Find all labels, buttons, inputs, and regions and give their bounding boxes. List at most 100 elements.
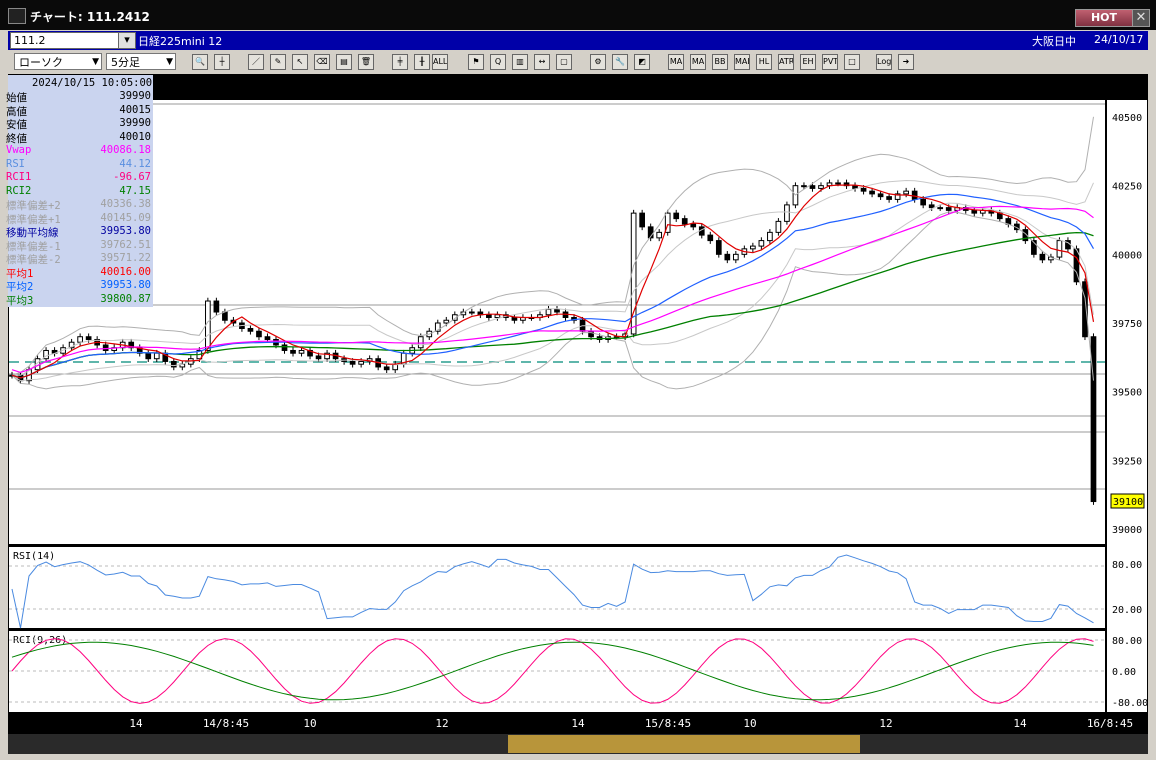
candle-body xyxy=(102,344,109,351)
close-icon[interactable]: ✕ xyxy=(1132,9,1150,27)
cursor-icon[interactable]: ↖ xyxy=(292,54,308,70)
ohlc-row: Vwap 40086.18 xyxy=(6,144,153,157)
trendline-icon[interactable]: ／ xyxy=(248,54,264,70)
candle-body xyxy=(298,349,305,354)
mae-icon[interactable]: MAE xyxy=(734,54,750,70)
ohlc-value: 40016.00 xyxy=(100,265,151,278)
rci-tick-label: 0.00 xyxy=(1112,667,1136,678)
time-axis-label: 12 xyxy=(435,717,448,730)
ohlc-value: 40086.18 xyxy=(100,144,151,156)
time-axis-label: 14 xyxy=(1013,717,1027,730)
tool-a-icon[interactable]: ⚑ xyxy=(468,54,484,70)
candle-body xyxy=(639,212,645,228)
candle-body xyxy=(681,218,688,225)
candle-body xyxy=(758,240,765,247)
ehr-icon[interactable]: EH xyxy=(800,54,816,70)
chart-area[interactable]: 40500 40250 40000 39750 39500 39250 39000 39100… xyxy=(8,74,1148,754)
candle-body xyxy=(971,209,978,214)
candle-body xyxy=(1056,240,1063,258)
chevron-down-icon[interactable]: ▾ xyxy=(118,32,136,49)
candle-body xyxy=(383,366,390,371)
ohlc-label: RSI xyxy=(6,157,25,170)
crosshair-icon[interactable]: ┼ xyxy=(214,54,230,70)
all-icon[interactable]: ALL xyxy=(432,54,448,70)
pencil-icon[interactable]: ✎ xyxy=(270,54,286,70)
candle-body xyxy=(545,308,552,316)
candle-body xyxy=(85,336,92,340)
candle-body xyxy=(707,234,714,242)
tool-b-icon[interactable]: Q xyxy=(490,54,506,70)
zoom-icon[interactable]: 🔍 xyxy=(192,54,208,70)
candle-body xyxy=(281,344,288,351)
chevron-down-icon: ▼ xyxy=(92,57,99,67)
rsi-label: RSI(14) xyxy=(13,551,55,562)
candle-body xyxy=(554,308,560,313)
rsi-tick-label: 80.00 xyxy=(1112,560,1142,571)
tool-d-icon[interactable]: ▢ xyxy=(556,54,572,70)
app-icon xyxy=(8,8,26,24)
ohlc-row: 標準偏差-2 39571.22 xyxy=(6,252,153,266)
window-title: チャート: 111.2412 xyxy=(30,10,150,24)
ohlc-row: RSI 44.12 xyxy=(6,157,153,171)
bb-icon[interactable]: BB xyxy=(712,54,728,70)
chart-type-select[interactable]: ローソク ▼ xyxy=(14,53,102,70)
candle-body xyxy=(877,193,884,198)
rci-tick-label: 80.00 xyxy=(1112,636,1142,647)
ohlc-label: RCI2 xyxy=(6,184,32,197)
candle-body xyxy=(1039,253,1046,261)
ohlc-row: RCI1 -96.67 xyxy=(6,171,153,184)
candle-body xyxy=(247,327,254,332)
candle-body xyxy=(145,352,152,360)
atr-icon[interactable]: ATR xyxy=(778,54,794,70)
ohlc-value: -96.67 xyxy=(113,171,151,183)
price-tick-label: 39250 xyxy=(1112,456,1142,467)
ohlc-value: 39953.80 xyxy=(100,279,151,291)
exit-icon[interactable]: ➜ xyxy=(898,54,914,70)
palette-icon[interactable]: ◩ xyxy=(634,54,650,70)
ohlc-row: 標準偏差+1 40145.09 xyxy=(6,211,153,226)
document-icon[interactable]: ▤ xyxy=(336,54,352,70)
price-tick-label: 40500 xyxy=(1112,113,1142,124)
candle-body xyxy=(469,311,475,314)
chart-svg[interactable]: 40500 40250 40000 39750 39500 39250 39000 39100… xyxy=(8,74,1148,754)
log-icon[interactable]: Log xyxy=(876,54,892,70)
rsi-panel xyxy=(9,547,1105,628)
candle-body xyxy=(205,300,211,351)
ma-icon[interactable]: MA xyxy=(690,54,706,70)
candle-body xyxy=(690,223,697,228)
interval-select[interactable]: 5分足 ▼ xyxy=(106,53,176,70)
eraser-icon[interactable]: ⌫ xyxy=(314,54,330,70)
ohlc-value: 40145.09 xyxy=(100,211,151,224)
time-axis-label: 10 xyxy=(303,717,316,730)
candle-body xyxy=(358,360,364,365)
rsi-tick-label: 20.00 xyxy=(1112,605,1142,616)
candle-body xyxy=(443,319,450,324)
code-input[interactable]: 111.2 xyxy=(10,32,119,49)
candle-body xyxy=(673,212,680,220)
price-panel xyxy=(9,100,1105,544)
wrench-icon[interactable]: 🔧 xyxy=(612,54,628,70)
pvt-icon[interactable]: PVT xyxy=(822,54,838,70)
candle-body xyxy=(937,207,944,210)
tool-c-icon[interactable]: ↔ xyxy=(534,54,550,70)
candle-body xyxy=(417,336,424,349)
ohlc-value: 40336.38 xyxy=(100,198,151,210)
hl-icon[interactable]: HL xyxy=(756,54,772,70)
candle-body xyxy=(784,204,790,222)
settings-icon[interactable]: ⚙ xyxy=(590,54,606,70)
ohlc-value: 39990 xyxy=(119,90,151,102)
candle-body xyxy=(170,360,177,368)
bar-chart-icon[interactable]: ▥ xyxy=(512,54,528,70)
hot-button[interactable]: HOT xyxy=(1075,9,1133,27)
candle-b-icon[interactable]: ╫ xyxy=(414,54,430,70)
trash-icon[interactable]: 🗑 xyxy=(358,54,374,70)
candle-a-icon[interactable]: ╪ xyxy=(392,54,408,70)
session-label: 大阪日中 xyxy=(1032,35,1076,48)
title-bar[interactable]: チャート: 111.2412 HOT ✕ xyxy=(0,0,1156,30)
time-axis-label: 14 xyxy=(129,717,143,730)
price-tick-label: 39000 xyxy=(1112,525,1142,536)
price-tick-label: 40250 xyxy=(1112,182,1142,193)
indicator-icon[interactable]: MA xyxy=(668,54,684,70)
box-icon[interactable]: □ xyxy=(844,54,860,70)
ohlc-row: 平均3 39800.87 xyxy=(6,293,153,307)
